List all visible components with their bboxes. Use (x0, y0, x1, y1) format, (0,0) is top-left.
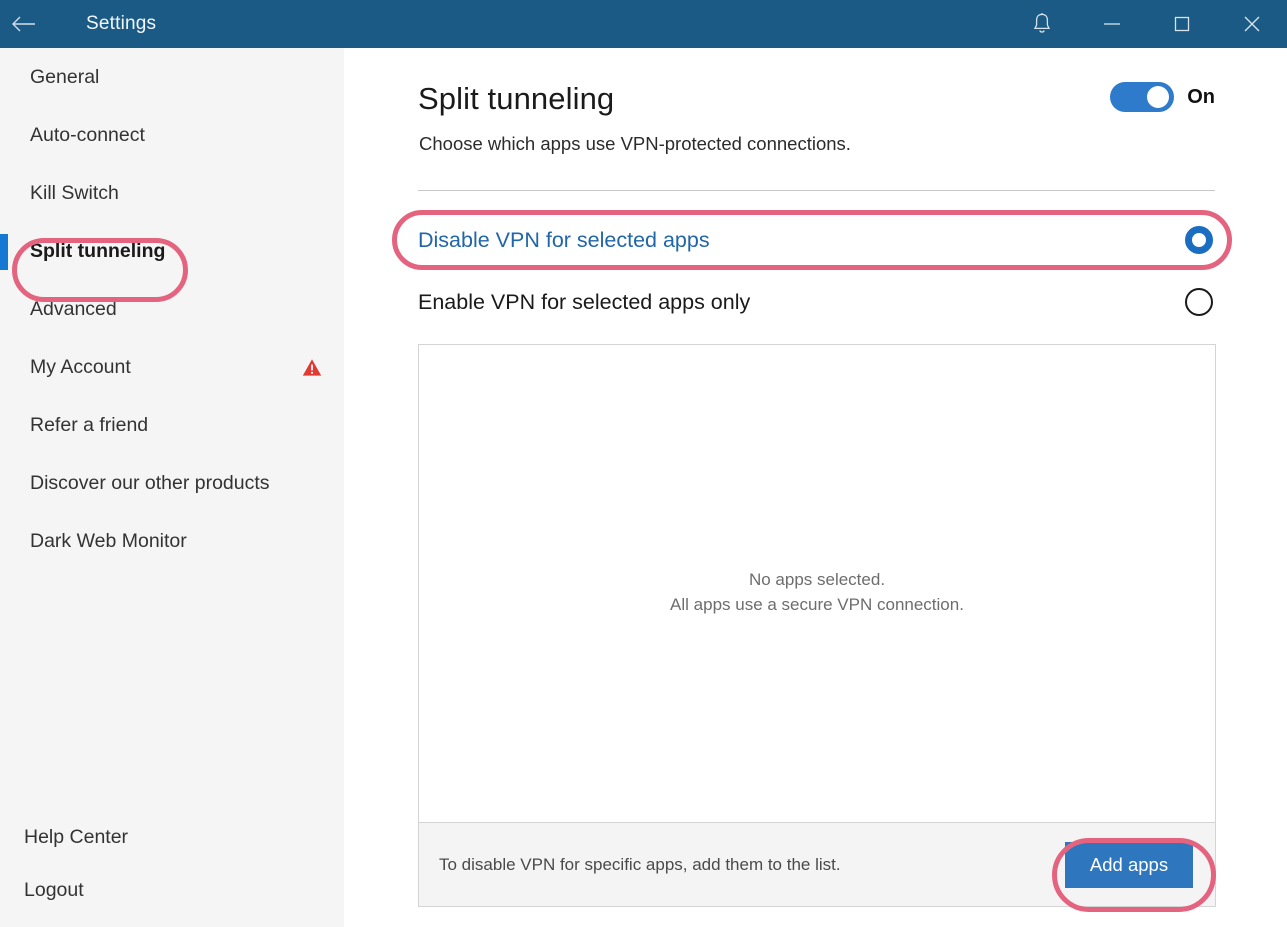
option-label: Disable VPN for selected apps (418, 227, 710, 252)
split-tunneling-toggle-group: On (1110, 82, 1215, 112)
main-content: Split tunneling Choose which apps use VP… (344, 48, 1287, 927)
maximize-icon (1174, 16, 1190, 32)
sidebar-bottom-list: Help Center Logout (0, 811, 344, 917)
option-enable-vpn-for-selected-apps-only[interactable]: Enable VPN for selected apps only (418, 279, 1215, 325)
sidebar-item-label: Dark Web Monitor (30, 529, 187, 552)
empty-state: No apps selected. All apps use a secure … (419, 567, 1215, 617)
close-icon (1244, 16, 1260, 32)
sidebar-item-discover-our-other-products[interactable]: Discover our other products (0, 454, 344, 512)
header-divider (418, 190, 1215, 191)
sidebar-item-auto-connect[interactable]: Auto-connect (0, 106, 344, 164)
back-arrow-icon (12, 16, 35, 32)
sidebar-item-label: Refer a friend (30, 413, 149, 436)
sidebar-item-logout[interactable]: Logout (0, 864, 344, 917)
settings-window: Settings General Auto-connect Kill Switc… (0, 0, 1287, 927)
sidebar-item-general[interactable]: General (0, 48, 344, 106)
split-tunneling-toggle[interactable] (1110, 82, 1175, 112)
notifications-button[interactable] (1007, 0, 1077, 48)
sidebar-item-label: Help Center (24, 826, 129, 848)
radio-button-unselected[interactable] (1183, 286, 1215, 318)
sidebar-item-label: Split tunneling (30, 239, 166, 262)
radio-ring (1185, 226, 1213, 254)
minimize-icon (1104, 23, 1120, 25)
empty-state-line-1: No apps selected. (748, 570, 886, 589)
sidebar-item-help-center[interactable]: Help Center (0, 811, 344, 864)
page-title: Split tunneling (418, 81, 615, 116)
toggle-knob (1147, 86, 1170, 108)
sidebar-item-label: Logout (24, 879, 84, 901)
sidebar-item-label: Advanced (30, 297, 117, 320)
sidebar-item-kill-switch[interactable]: Kill Switch (0, 164, 344, 222)
empty-state-line-2: All apps use a secure VPN connection. (670, 595, 964, 614)
window-left-edge (0, 905, 3, 927)
maximize-button[interactable] (1147, 0, 1217, 48)
selected-apps-panel: No apps selected. All apps use a secure … (418, 344, 1216, 907)
sidebar-item-label: My Account (30, 355, 131, 378)
active-indicator (0, 234, 8, 270)
sidebar-item-label: Discover our other products (30, 471, 270, 494)
close-button[interactable] (1217, 0, 1287, 48)
sidebar-item-dark-web-monitor[interactable]: Dark Web Monitor (0, 512, 344, 570)
apps-footer-hint: To disable VPN for specific apps, add th… (439, 854, 841, 874)
sidebar-item-refer-a-friend[interactable]: Refer a friend (0, 396, 344, 454)
sidebar-item-advanced[interactable]: Advanced (0, 280, 344, 338)
back-button[interactable] (0, 0, 48, 48)
window-title: Settings (86, 13, 157, 34)
sidebar-item-split-tunneling[interactable]: Split tunneling (0, 222, 344, 280)
warning-triangle-icon (302, 358, 322, 376)
sidebar-item-label: Kill Switch (30, 181, 119, 204)
minimize-button[interactable] (1077, 0, 1147, 48)
page-subtitle: Choose which apps use VPN-protected conn… (419, 133, 851, 154)
sidebar: General Auto-connect Kill Switch Split t… (0, 48, 344, 927)
sidebar-item-my-account[interactable]: My Account (0, 338, 344, 396)
toggle-state-label: On (1187, 85, 1215, 108)
option-disable-vpn-for-selected-apps[interactable]: Disable VPN for selected apps (418, 217, 1215, 263)
apps-panel-footer: To disable VPN for specific apps, add th… (419, 822, 1215, 906)
title-bar: Settings (0, 0, 1287, 48)
sidebar-nav-list: General Auto-connect Kill Switch Split t… (0, 48, 344, 570)
add-apps-button[interactable]: Add apps (1065, 841, 1193, 888)
sidebar-item-label: General (30, 65, 100, 88)
option-label: Enable VPN for selected apps only (418, 289, 751, 314)
bell-icon (1033, 13, 1051, 33)
sidebar-item-label: Auto-connect (30, 123, 145, 146)
radio-button-selected[interactable] (1183, 224, 1215, 256)
radio-ring (1185, 288, 1213, 316)
